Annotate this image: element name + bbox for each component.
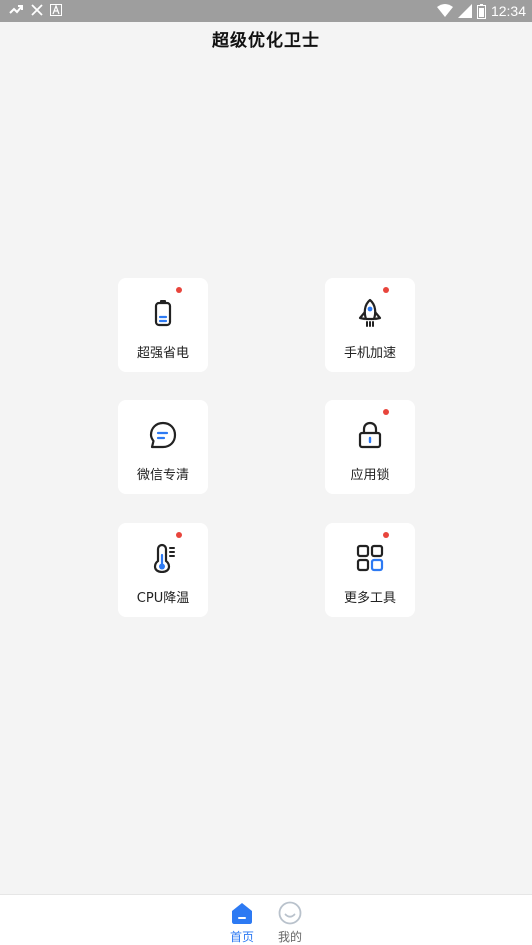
a-icon [50, 4, 62, 16]
missed-call-icon [9, 5, 23, 14]
home-icon [232, 903, 252, 924]
feature-power-saving[interactable]: 超强省电 [118, 278, 208, 372]
feature-phone-boost[interactable]: 手机加速 [325, 278, 415, 372]
notification-dot [176, 287, 182, 293]
feature-label: 超强省电 [136, 346, 189, 361]
tab-label: 我的 [277, 930, 302, 944]
feature-cpu-cooling[interactable]: CPU降温 [118, 523, 208, 617]
grid-icon [356, 544, 384, 572]
chat-icon [149, 421, 177, 449]
feature-label: CPU降温 [136, 591, 190, 606]
notification-dot [383, 409, 389, 415]
battery-icon [154, 300, 172, 327]
status-time: 12:34 [490, 3, 526, 19]
tab-home[interactable]: 首页 [222, 901, 262, 945]
smile-icon [278, 901, 302, 925]
notification-dot [176, 532, 182, 538]
feature-app-lock[interactable]: 应用锁 [325, 400, 415, 494]
tab-label: 首页 [229, 930, 254, 944]
battery-icon [476, 3, 486, 19]
notification-dot [383, 532, 389, 538]
feature-label: 手机加速 [343, 346, 396, 361]
feature-label: 应用锁 [350, 468, 390, 483]
feature-label: 微信专清 [136, 468, 189, 483]
notification-dot [383, 287, 389, 293]
signal-icon [457, 4, 472, 18]
feature-wechat-clean[interactable]: 微信专清 [118, 400, 208, 494]
status-bar: 12:34 [0, 0, 532, 22]
tab-mine[interactable]: 我的 [270, 901, 310, 945]
thermometer-icon [153, 543, 175, 573]
feature-label: 更多工具 [343, 591, 396, 606]
rocket-icon [358, 298, 382, 327]
feature-more-tools[interactable]: 更多工具 [325, 523, 415, 617]
bottom-nav: 首页 我的 [0, 894, 532, 945]
lock-icon [358, 421, 382, 449]
close-icon [31, 4, 43, 16]
page-title: 超级优化卫士 [212, 31, 320, 51]
wifi-icon [436, 4, 453, 17]
